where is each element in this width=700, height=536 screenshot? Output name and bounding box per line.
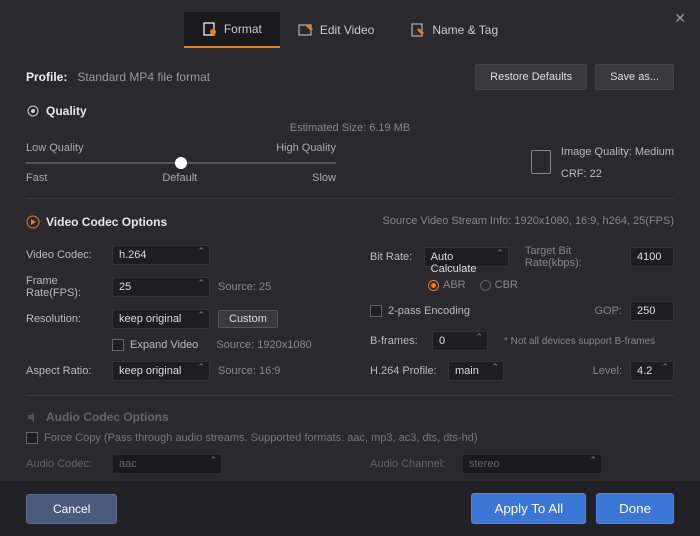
video-codec-section-header: Video Codec Options [26, 215, 167, 229]
tab-label: Edit Video [320, 23, 375, 37]
h264-profile-select[interactable]: main [448, 361, 504, 381]
force-copy-checkbox[interactable]: Force Copy (Pass through audio streams. … [26, 432, 674, 444]
high-quality-label: High Quality [276, 142, 336, 154]
cbr-radio[interactable]: CBR [480, 279, 518, 291]
bitrate-select[interactable]: Auto Calculate [424, 247, 509, 267]
edit-icon [298, 22, 314, 38]
tab-name-tag[interactable]: Name & Tag [392, 12, 516, 48]
format-icon [202, 21, 218, 37]
gear-icon [26, 104, 40, 118]
bframes-note: * Not all devices support B-frames [504, 336, 655, 347]
level-select[interactable]: 4.2 [630, 361, 674, 381]
two-pass-checkbox[interactable]: 2-pass Encoding [370, 305, 470, 317]
fps-source: Source: 25 [218, 281, 271, 293]
level-label: Level: [593, 365, 622, 377]
aspect-select[interactable]: keep original [112, 361, 210, 381]
aspect-source: Source: 16:9 [218, 365, 280, 377]
abr-radio[interactable]: ABR [428, 279, 466, 291]
target-bitrate-label: Target Bit Rate(kbps): [525, 245, 622, 269]
tab-bar: Format Edit Video Name & Tag [0, 0, 700, 48]
h264-profile-label: H.264 Profile: [370, 365, 440, 377]
crf-text: CRF: 22 [561, 168, 674, 180]
custom-resolution-button[interactable]: Custom [218, 310, 278, 328]
quality-section-header: Quality [26, 104, 674, 118]
profile-value: Standard MP4 file format [77, 70, 210, 84]
audio-codec-label: Audio Codec: [26, 458, 104, 470]
restore-defaults-button[interactable]: Restore Defaults [475, 64, 587, 90]
stream-info: Source Video Stream Info: 1920x1080, 16:… [383, 215, 674, 227]
tab-edit-video[interactable]: Edit Video [280, 12, 393, 48]
play-icon [26, 215, 40, 229]
bframes-select[interactable]: 0 [432, 331, 488, 351]
fps-label: Frame Rate(FPS): [26, 275, 104, 299]
audio-codec-select[interactable]: aac [112, 454, 222, 474]
resolution-select[interactable]: keep original [112, 309, 210, 329]
video-codec-label: Video Codec: [26, 249, 104, 261]
default-label: Default [162, 172, 197, 184]
estimated-size: Estimated Size: 6.19 MB [26, 122, 674, 134]
gop-input[interactable] [630, 301, 674, 321]
cancel-button[interactable]: Cancel [26, 494, 117, 524]
slow-label: Slow [312, 172, 336, 184]
resolution-label: Resolution: [26, 313, 104, 325]
tag-icon [410, 22, 426, 38]
speaker-icon [26, 410, 40, 424]
audio-channel-label: Audio Channel: [370, 458, 454, 470]
resolution-source: Source: 1920x1080 [216, 339, 311, 351]
done-button[interactable]: Done [596, 493, 674, 524]
fast-label: Fast [26, 172, 47, 184]
quality-slider[interactable] [26, 162, 336, 164]
target-bitrate-input[interactable] [630, 247, 674, 267]
audio-channel-select[interactable]: stereo [462, 454, 602, 474]
video-codec-select[interactable]: h.264 [112, 245, 210, 265]
profile-label: Profile: [26, 70, 67, 84]
footer: Cancel Apply To All Done [0, 481, 700, 536]
audio-codec-section-header: Audio Codec Options [26, 410, 674, 424]
close-icon[interactable]: ✕ [674, 10, 686, 27]
aspect-label: Aspect Ratio: [26, 365, 104, 377]
image-quality-text: Image Quality: Medium [561, 146, 674, 158]
save-as-button[interactable]: Save as... [595, 64, 674, 90]
expand-video-checkbox[interactable]: Expand Video [112, 339, 198, 351]
slider-thumb[interactable] [175, 157, 187, 169]
tab-format[interactable]: Format [184, 12, 280, 48]
bframes-label: B-frames: [370, 335, 424, 347]
bitrate-label: Bit Rate: [370, 251, 416, 263]
fps-select[interactable]: 25 [112, 277, 210, 297]
low-quality-label: Low Quality [26, 142, 83, 154]
tab-label: Format [224, 22, 262, 36]
gop-label: GOP: [594, 305, 622, 317]
document-icon [531, 150, 551, 174]
apply-to-all-button[interactable]: Apply To All [471, 493, 586, 524]
tab-label: Name & Tag [432, 23, 498, 37]
